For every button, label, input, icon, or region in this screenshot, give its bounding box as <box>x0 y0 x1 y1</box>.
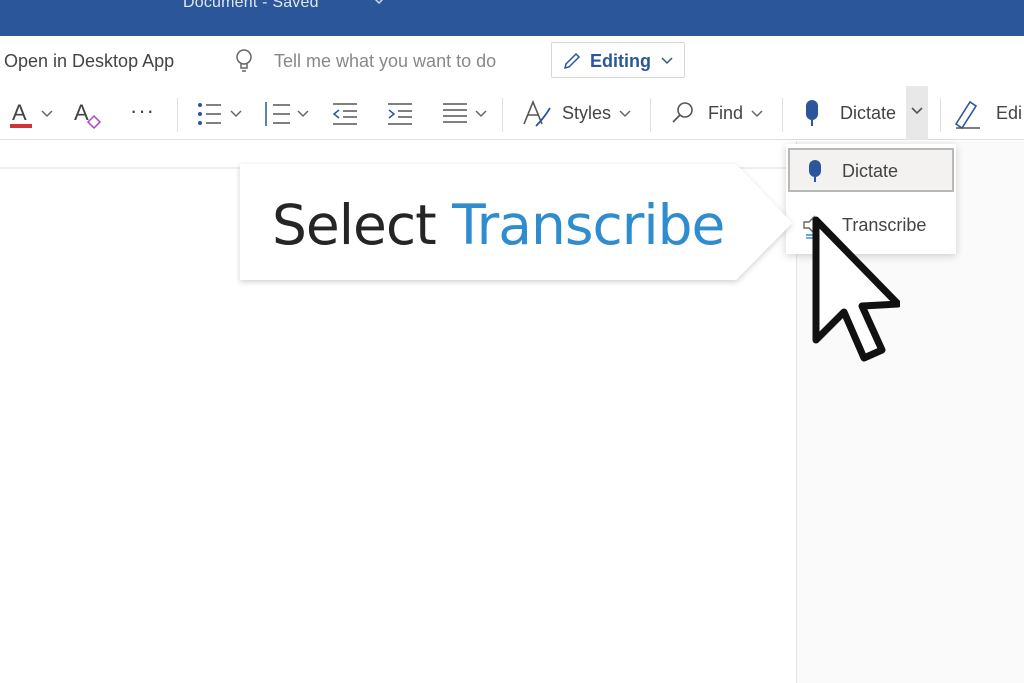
chevron-down-icon <box>661 57 673 65</box>
callout-text: Select Transcribe <box>272 193 725 257</box>
ribbon-separator <box>650 98 651 132</box>
search-icon <box>672 102 693 123</box>
more-options-button[interactable]: ··· <box>130 98 155 124</box>
ribbon-separator <box>782 98 783 132</box>
editing-mode-button[interactable]: Editing <box>551 42 685 78</box>
editing-label: Editing <box>590 51 651 71</box>
microphone-icon <box>809 160 821 182</box>
pencil-icon <box>563 52 581 70</box>
dropdown-item-dictate[interactable]: Dictate <box>788 148 954 192</box>
chevron-down-icon <box>911 107 923 115</box>
find-button[interactable]: Find <box>708 103 743 124</box>
ribbon-separator <box>177 98 178 132</box>
title-bar: Document - Saved <box>0 0 1024 36</box>
styles-icon <box>523 99 551 127</box>
svg-text:A: A <box>74 100 89 125</box>
decrease-indent-button[interactable] <box>330 96 360 132</box>
increase-indent-button[interactable] <box>385 96 415 132</box>
callout-word-transcribe: Transcribe <box>452 193 725 257</box>
ribbon-separator <box>940 98 941 132</box>
chevron-down-icon[interactable] <box>748 96 770 132</box>
document-title[interactable]: Document - Saved <box>183 0 319 12</box>
chevron-down-icon[interactable] <box>616 96 638 132</box>
chevron-down-icon[interactable] <box>372 0 386 8</box>
microphone-icon <box>806 100 818 126</box>
dictate-button[interactable]: Dictate <box>840 103 896 124</box>
open-in-desktop-app-button[interactable]: Open in Desktop App <box>4 51 174 72</box>
tell-me-search-input[interactable]: Tell me what you want to do <box>274 51 496 72</box>
bullets-list-button[interactable] <box>195 96 247 132</box>
svg-text:A: A <box>12 100 27 125</box>
clear-formatting-icon[interactable]: A <box>72 96 106 132</box>
styles-button[interactable]: Styles <box>562 103 611 124</box>
font-color-button[interactable]: A <box>6 96 60 132</box>
dropdown-item-label: Dictate <box>842 161 899 181</box>
mouse-pointer-icon <box>812 216 900 362</box>
ribbon-separator <box>502 98 503 132</box>
paragraph-alignment-button[interactable] <box>440 96 492 132</box>
dictate-dropdown-toggle[interactable] <box>906 86 928 140</box>
editor-button[interactable]: Edi <box>996 103 1022 124</box>
editor-icon <box>954 100 980 130</box>
lightbulb-icon <box>236 49 252 72</box>
callout-word-select: Select <box>272 193 437 257</box>
numbered-list-button[interactable] <box>262 96 314 132</box>
